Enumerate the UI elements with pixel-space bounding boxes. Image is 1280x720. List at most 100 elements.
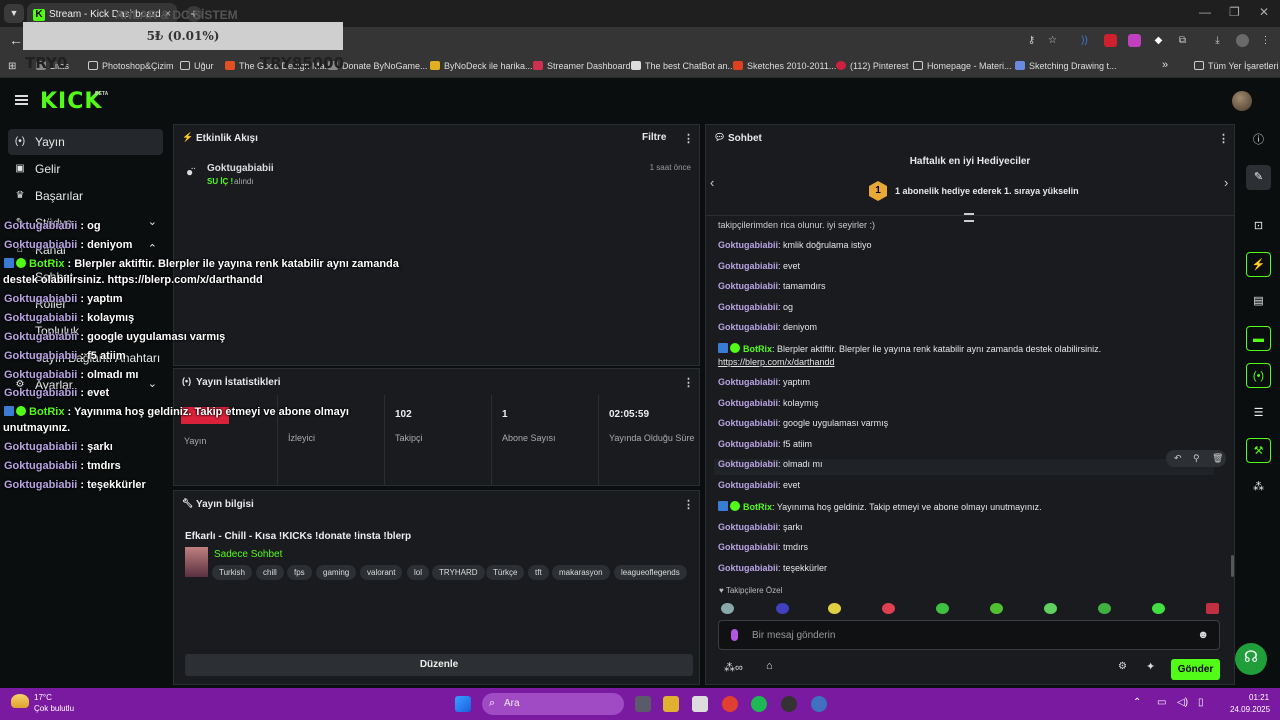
chat-message[interactable]: Goktugabiabii: deniyom	[718, 322, 817, 332]
menu-dots-icon[interactable]: ⋮	[1259, 34, 1272, 47]
more-options-icon[interactable]: ⋮	[683, 376, 694, 389]
all-bookmarks[interactable]: Tüm Yer İşaretleri	[1194, 61, 1279, 71]
gear-icon[interactable]: ⚙	[1118, 661, 1127, 672]
microphone-icon[interactable]	[731, 629, 738, 641]
network-icon[interactable]: ▭	[1157, 697, 1166, 708]
profile-icon[interactable]	[1236, 34, 1249, 47]
broadcast-icon[interactable]: (•)	[1246, 363, 1271, 388]
chevron-right-icon[interactable]: ›	[1224, 175, 1228, 190]
weather-icon[interactable]	[11, 694, 29, 708]
bookmark-item[interactable]: Homepage - Materi...	[913, 61, 1012, 71]
chat-message[interactable]: Goktugabiabii: f5 atiim	[718, 439, 812, 449]
chat-message[interactable]: BotRix: Blerpler aktiftir. Blerpler ile …	[718, 343, 1101, 354]
document-icon[interactable]: ▤	[1246, 289, 1271, 314]
extension-icon[interactable]: ))	[1078, 34, 1091, 47]
tag[interactable]: Türkçe	[486, 565, 525, 580]
bookmark-item[interactable]: Uğur	[180, 61, 214, 71]
bookmark-item[interactable]: The best ChatBot an...	[631, 61, 735, 71]
emote[interactable]	[882, 603, 895, 614]
tag[interactable]: gaming	[316, 565, 357, 580]
emoji-icon[interactable]: ☻	[1197, 629, 1209, 641]
chat-scrollbar[interactable]	[1231, 555, 1234, 577]
points-icon[interactable]: ⁂	[1246, 475, 1271, 500]
chat-message[interactable]: BotRix: Yayınıma hoş geldiniz. Takip etm…	[718, 501, 1042, 512]
tag[interactable]: leagueoflegends	[614, 565, 687, 580]
layers-icon[interactable]: ☰	[1246, 401, 1271, 426]
more-options-icon[interactable]: ⋮	[683, 498, 694, 511]
chat-message[interactable]: Goktugabiabii: teşekkürler	[718, 563, 827, 573]
chat-message[interactable]: Goktugabiabii: tmdırs	[718, 542, 808, 552]
emote[interactable]	[1044, 603, 1057, 614]
emote[interactable]	[1098, 603, 1111, 614]
chat-message[interactable]: Goktugabiabii: evet	[718, 261, 800, 271]
windows-start-icon[interactable]	[455, 696, 471, 712]
tag[interactable]: TRYHARD	[432, 565, 485, 580]
capture-icon[interactable]: ⊡	[1246, 214, 1271, 239]
more-options-icon[interactable]: ⋮	[1218, 132, 1229, 145]
key-icon[interactable]: ⚷	[1025, 34, 1038, 47]
chevron-left-icon[interactable]: ‹	[710, 175, 714, 190]
help-headset-icon[interactable]: ☊	[1235, 643, 1267, 675]
star-icon[interactable]: ☆	[1046, 34, 1059, 47]
emote[interactable]	[828, 603, 841, 614]
tag[interactable]: lol	[407, 565, 430, 580]
battery-icon[interactable]: ▯	[1198, 697, 1204, 708]
sidebar-item-basarilar[interactable]: ♛ Başarılar	[8, 183, 163, 209]
obs-icon[interactable]	[781, 696, 797, 712]
tag[interactable]: fps	[287, 565, 312, 580]
bookmark-item[interactable]: Sketching Drawing t...	[1015, 61, 1117, 71]
sidebar-item-gelir[interactable]: ▣ Gelir	[8, 156, 163, 182]
tag[interactable]: valorant	[360, 565, 403, 580]
info-icon[interactable]: ⓘ	[1246, 128, 1271, 153]
spotify-icon[interactable]	[751, 696, 767, 712]
emote[interactable]	[721, 603, 734, 614]
pin-icon[interactable]: ⚲	[1193, 453, 1200, 464]
extension-icon[interactable]	[1104, 34, 1117, 47]
store-icon[interactable]	[692, 696, 708, 712]
tab-search-icon[interactable]: ▼	[4, 4, 24, 23]
chat-message[interactable]: Goktugabiabii: şarkı	[718, 522, 803, 532]
chat-message[interactable]: Goktugabiabii: kmlik doğrulama istiyo	[718, 240, 872, 250]
extension-icon[interactable]: ◆	[1152, 34, 1165, 47]
apps-grid-icon[interactable]: ⊞	[8, 61, 16, 72]
emote-picker-icon[interactable]: ✦	[1146, 660, 1155, 673]
bookmark-item[interactable]: Sketches 2010-2011...	[733, 61, 836, 71]
bolt-icon[interactable]: ⚡	[1246, 252, 1271, 277]
clock-time[interactable]: 01:21	[1249, 693, 1269, 702]
more-options-icon[interactable]: ⋮	[683, 132, 694, 145]
bookmark-item[interactable]: Photoshop&Çizim	[88, 61, 174, 71]
hamburger-menu-icon[interactable]	[15, 95, 28, 105]
download-icon[interactable]: ⤓	[1211, 34, 1224, 47]
chat-message[interactable]: Goktugabiabii: yaptım	[718, 377, 810, 387]
tag[interactable]: Turkish	[212, 565, 252, 580]
back-arrow-icon[interactable]: ←	[9, 32, 23, 48]
maximize-icon[interactable]: ❐	[1229, 5, 1240, 19]
filter-button[interactable]: Filtre	[642, 132, 666, 143]
sidebar-item-yayin[interactable]: (•) Yayın	[8, 129, 163, 155]
points-icon[interactable]: ⁂∞	[724, 661, 743, 674]
chat-message[interactable]: Goktugabiabii: kolaymış	[718, 398, 819, 408]
tag[interactable]: tft	[528, 565, 549, 580]
chat-icon[interactable]: ▬	[1246, 326, 1271, 351]
chat-message[interactable]: Goktugabiabii: og	[718, 302, 793, 312]
emote[interactable]	[990, 603, 1003, 614]
minimize-icon[interactable]: —	[1199, 5, 1211, 19]
chat-message[interactable]: Goktugabiabii: tamamdırs	[718, 281, 826, 291]
window-close-icon[interactable]: ✕	[1259, 5, 1269, 19]
kick-logo[interactable]: KICK	[40, 89, 102, 114]
stream-category[interactable]: Sadece Sohbet	[214, 549, 282, 560]
emote[interactable]	[936, 603, 949, 614]
tag[interactable]: chill	[256, 565, 284, 580]
volume-icon[interactable]: ◁)	[1177, 697, 1188, 708]
bookmark-item[interactable]: (112) Pinterest	[836, 61, 908, 71]
emote[interactable]	[1152, 603, 1165, 614]
taskbar-search[interactable]: ⌕ Ara	[482, 693, 624, 715]
wrench-icon[interactable]: ⚒	[1246, 438, 1271, 463]
chat-message-hovered[interactable]: Goktugabiabii: olmadı mı	[714, 459, 1214, 475]
emote[interactable]	[1206, 603, 1219, 614]
chrome-icon[interactable]	[722, 696, 738, 712]
emote[interactable]	[776, 603, 789, 614]
extension-icon[interactable]	[1128, 34, 1141, 47]
chat-link[interactable]: https://blerp.com/x/darthandd	[718, 357, 835, 367]
tag[interactable]: makarasyon	[552, 565, 610, 580]
